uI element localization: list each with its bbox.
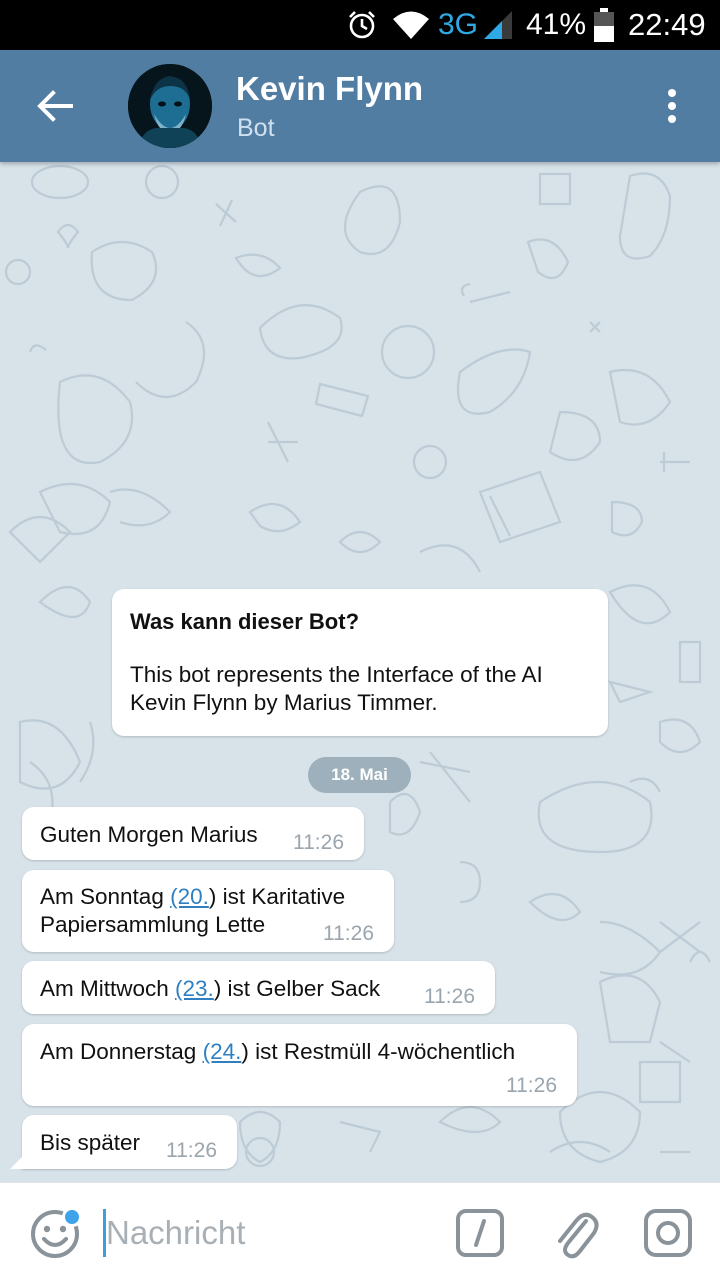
- chat-header: Kevin Flynn Bot: [0, 50, 720, 162]
- avatar[interactable]: [128, 64, 212, 148]
- chat-subtitle: Bot: [237, 114, 275, 142]
- status-bar: 3G 41% 22:49: [0, 0, 720, 50]
- network-type: 3G: [438, 8, 479, 41]
- date-link[interactable]: (23.: [175, 976, 214, 1001]
- bot-info-description: This bot represents the Interface of the…: [130, 662, 543, 715]
- message-time: 11:26: [166, 1139, 217, 1162]
- message-bubble[interactable]: Am Mittwoch (23.) ist Gelber Sack 11:26: [22, 961, 495, 1014]
- more-vertical-icon: [668, 89, 676, 123]
- wifi-icon: [392, 0, 432, 50]
- bot-info-card: Was kann dieser Bot? This bot represents…: [112, 589, 608, 736]
- slash-command-icon: [456, 1209, 504, 1257]
- message-text: Am Mittwoch (23.) ist Gelber Sack: [40, 976, 381, 1001]
- battery-percent: 41%: [526, 8, 587, 41]
- message-bubble[interactable]: Am Donnerstag (24.) ist Restmüll 4-wöche…: [22, 1024, 577, 1106]
- battery-icon: [594, 0, 616, 50]
- message-time: 11:26: [293, 831, 344, 854]
- notification-dot: [62, 1207, 82, 1227]
- message-bubble[interactable]: Guten Morgen Marius 11:26: [22, 807, 364, 860]
- bot-info-title: Was kann dieser Bot?: [130, 609, 360, 634]
- back-button[interactable]: [26, 78, 84, 134]
- signal-icon: [482, 0, 516, 50]
- camera-icon: [644, 1209, 692, 1257]
- attach-button[interactable]: [552, 1207, 600, 1261]
- chat-area[interactable]: Was kann dieser Bot? This bot represents…: [0, 162, 720, 1182]
- bubble-tail: [10, 1155, 24, 1169]
- date-link[interactable]: (24.: [203, 1039, 242, 1064]
- camera-button[interactable]: [644, 1209, 692, 1257]
- paperclip-icon: [558, 1212, 599, 1259]
- message-time: 11:26: [506, 1074, 557, 1097]
- message-input-bar: [0, 1182, 720, 1280]
- message-text: Bis später: [40, 1130, 141, 1155]
- back-arrow-icon: [37, 90, 73, 122]
- message-text: Am Sonntag (20.) ist Karitative Papiersa…: [40, 884, 346, 937]
- status-time: 22:49: [628, 7, 706, 42]
- message-text: Am Donnerstag (24.) ist Restmüll 4-wöche…: [40, 1039, 516, 1064]
- message-bubble[interactable]: Bis später 11:26: [10, 1115, 237, 1169]
- message-time: 11:26: [424, 985, 475, 1008]
- message-bubble[interactable]: Am Sonntag (20.) ist Karitative Papiersa…: [22, 870, 394, 952]
- message-input[interactable]: [106, 1209, 426, 1257]
- more-menu-button[interactable]: [650, 78, 694, 134]
- date-link[interactable]: (20.: [170, 884, 209, 909]
- date-separator: 18. Mai: [308, 757, 411, 793]
- message-text: Guten Morgen Marius: [40, 822, 258, 847]
- chat-title[interactable]: Kevin Flynn: [236, 70, 423, 108]
- bot-command-button[interactable]: [456, 1209, 504, 1257]
- message-time: 11:26: [323, 922, 374, 945]
- alarm-clock-icon: [346, 0, 382, 50]
